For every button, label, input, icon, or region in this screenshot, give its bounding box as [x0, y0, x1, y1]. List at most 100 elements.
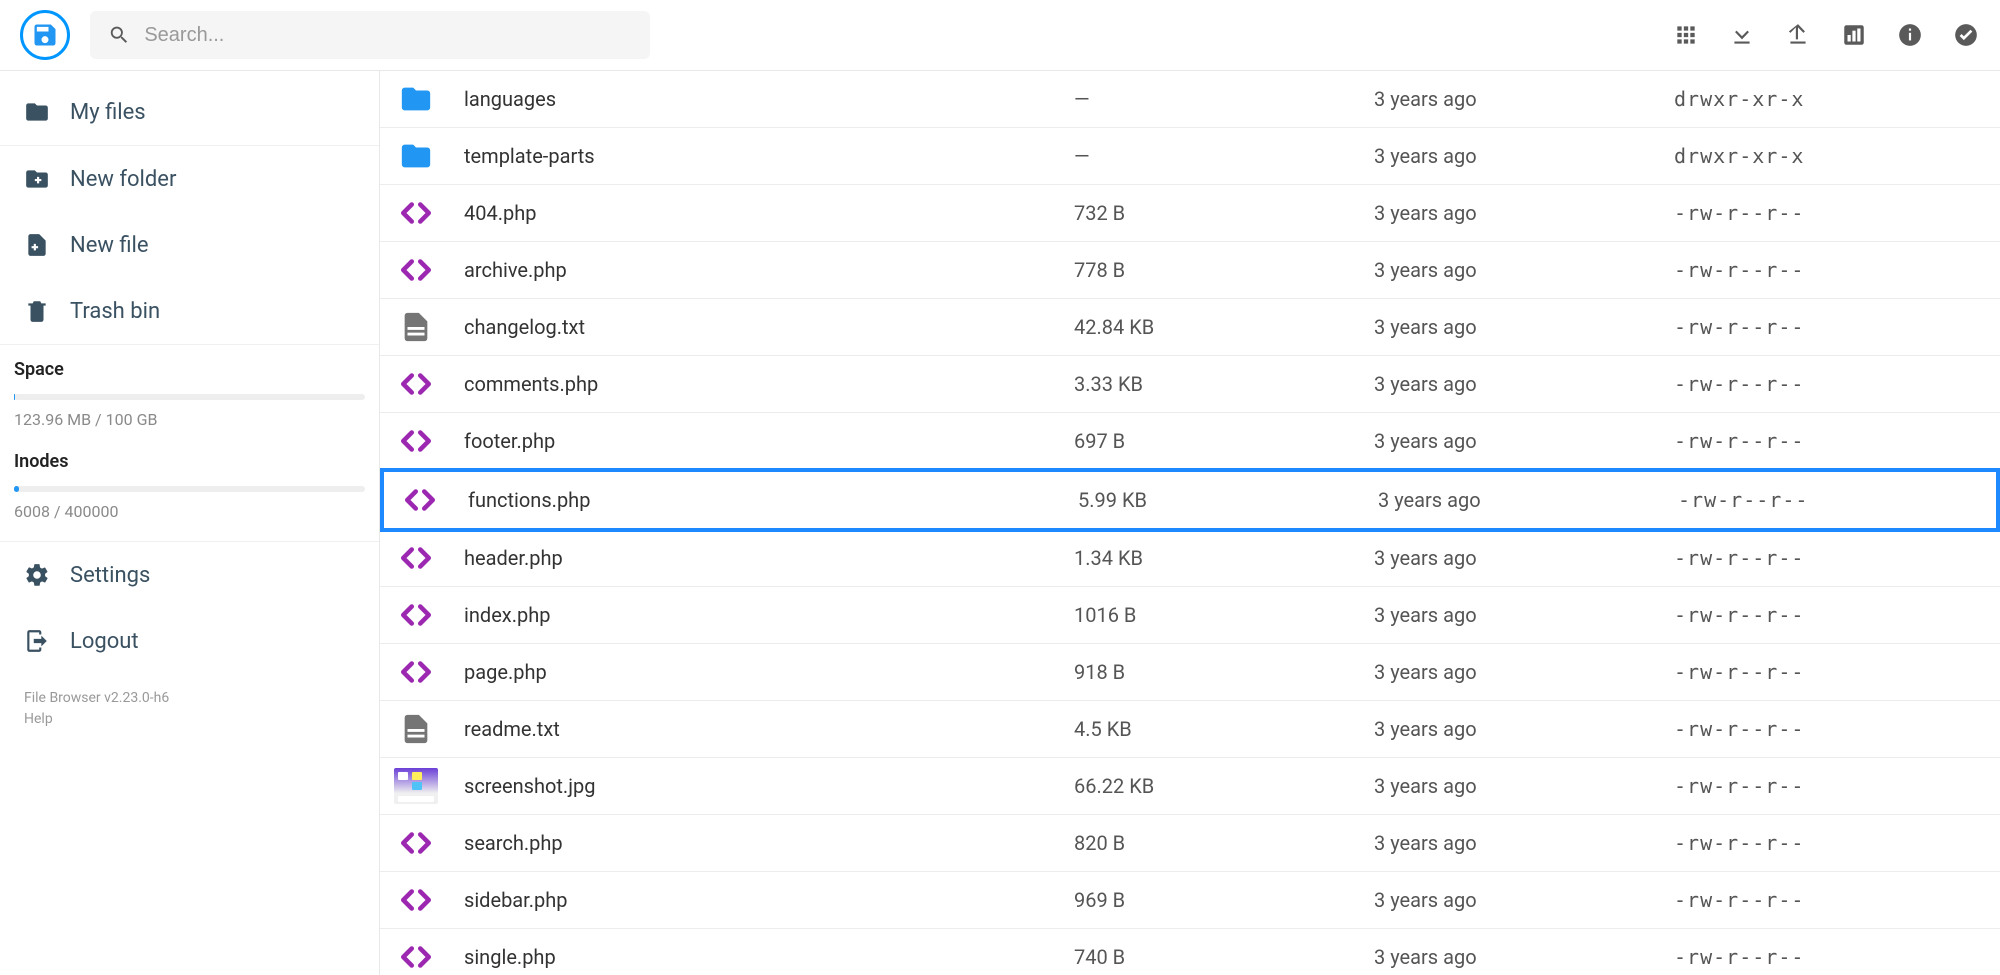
file-permissions: -rw-r--r--: [1674, 315, 1986, 339]
sidebar-item-label: Logout: [70, 629, 139, 654]
file-date: 3 years ago: [1374, 660, 1674, 684]
code-icon: [399, 367, 433, 401]
search-box[interactable]: [90, 11, 650, 59]
file-row[interactable]: changelog.txt42.84 KB3 years ago-rw-r--r…: [380, 299, 2000, 356]
file-name: index.php: [464, 603, 1074, 627]
sidebar-item-settings[interactable]: Settings: [0, 542, 379, 608]
select-all-button[interactable]: [1952, 21, 1980, 49]
sidebar-item-trash[interactable]: Trash bin: [0, 278, 379, 345]
file-name: template-parts: [464, 144, 1074, 168]
trash-icon: [24, 298, 50, 324]
code-icon: [403, 483, 437, 517]
code-icon: [399, 655, 433, 689]
code-icon: [399, 883, 433, 917]
code-icon: [399, 424, 433, 458]
file-row[interactable]: page.php918 B3 years ago-rw-r--r--: [380, 644, 2000, 701]
file-row[interactable]: languages—3 years agodrwxr-xr-x: [380, 71, 2000, 128]
sidebar-item-new-file[interactable]: New file: [0, 212, 379, 278]
file-name: screenshot.jpg: [464, 774, 1074, 798]
stats-button[interactable]: [1840, 21, 1868, 49]
file-row[interactable]: functions.php5.99 KB3 years ago-rw-r--r-…: [380, 468, 2000, 532]
file-icon-wrap: [394, 195, 438, 231]
file-icon-wrap: [394, 423, 438, 459]
sidebar-item-label: New folder: [70, 167, 176, 192]
file-icon-wrap: [394, 882, 438, 918]
sidebar-item-logout[interactable]: Logout: [0, 608, 379, 674]
file-size: 66.22 KB: [1074, 774, 1374, 798]
file-size: —: [1074, 87, 1374, 111]
gear-icon: [24, 562, 50, 588]
file-size: 3.33 KB: [1074, 372, 1374, 396]
sidebar-item-label: Settings: [70, 563, 150, 588]
file-permissions: -rw-r--r--: [1674, 546, 1986, 570]
file-date: 3 years ago: [1374, 315, 1674, 339]
file-row[interactable]: single.php740 B3 years ago-rw-r--r--: [380, 929, 2000, 975]
inodes-bar: [14, 486, 365, 492]
file-permissions: -rw-r--r--: [1674, 258, 1986, 282]
upload-icon: [1785, 22, 1811, 48]
doc-icon: [399, 712, 433, 746]
upload-button[interactable]: [1784, 21, 1812, 49]
inodes-title: Inodes: [14, 451, 365, 472]
sidebar-item-my-files[interactable]: My files: [0, 79, 379, 146]
file-permissions: -rw-r--r--: [1674, 201, 1986, 225]
file-date: 3 years ago: [1374, 201, 1674, 225]
file-row[interactable]: readme.txt4.5 KB3 years ago-rw-r--r--: [380, 701, 2000, 758]
doc-icon: [399, 310, 433, 344]
disk-icon: [31, 21, 59, 49]
file-row[interactable]: comments.php3.33 KB3 years ago-rw-r--r--: [380, 356, 2000, 413]
file-row[interactable]: 404.php732 B3 years ago-rw-r--r--: [380, 185, 2000, 242]
code-icon: [399, 541, 433, 575]
sidebar-item-new-folder[interactable]: New folder: [0, 146, 379, 212]
code-icon: [399, 826, 433, 860]
file-row[interactable]: sidebar.php969 B3 years ago-rw-r--r--: [380, 872, 2000, 929]
file-row[interactable]: header.php1.34 KB3 years ago-rw-r--r--: [380, 530, 2000, 587]
folder-icon: [399, 139, 433, 173]
file-row[interactable]: footer.php697 B3 years ago-rw-r--r--: [380, 413, 2000, 470]
grid-view-button[interactable]: [1672, 21, 1700, 49]
search-icon: [108, 23, 130, 47]
sidebar-footer: File Browser v2.23.0-h6 Help: [0, 674, 379, 754]
file-name: comments.php: [464, 372, 1074, 396]
inodes-usage: Inodes 6008 / 400000: [0, 437, 379, 542]
file-date: 3 years ago: [1374, 717, 1674, 741]
file-row[interactable]: screenshot.jpg66.22 KB3 years ago-rw-r--…: [380, 758, 2000, 815]
help-link[interactable]: Help: [24, 709, 355, 730]
sidebar-item-label: Trash bin: [70, 299, 160, 324]
file-size: 918 B: [1074, 660, 1374, 684]
code-icon: [399, 598, 433, 632]
file-permissions: -rw-r--r--: [1674, 774, 1986, 798]
file-row[interactable]: archive.php778 B3 years ago-rw-r--r--: [380, 242, 2000, 299]
file-size: 740 B: [1074, 945, 1374, 969]
topbar-actions: [1672, 21, 1980, 49]
file-row[interactable]: index.php1016 B3 years ago-rw-r--r--: [380, 587, 2000, 644]
file-size: 5.99 KB: [1078, 488, 1378, 512]
file-size: 969 B: [1074, 888, 1374, 912]
image-thumbnail-icon: [394, 768, 438, 804]
file-permissions: -rw-r--r--: [1674, 603, 1986, 627]
file-size: —: [1074, 144, 1374, 168]
file-row[interactable]: template-parts—3 years agodrwxr-xr-x: [380, 128, 2000, 185]
download-button[interactable]: [1728, 21, 1756, 49]
file-icon-wrap: [394, 939, 438, 975]
file-permissions: -rw-r--r--: [1678, 488, 1982, 512]
search-input[interactable]: [144, 24, 632, 47]
info-button[interactable]: [1896, 21, 1924, 49]
file-name: languages: [464, 87, 1074, 111]
file-permissions: -rw-r--r--: [1674, 831, 1986, 855]
topbar: [0, 0, 2000, 71]
app-logo[interactable]: [20, 10, 70, 60]
file-name: 404.php: [464, 201, 1074, 225]
chart-icon: [1841, 22, 1867, 48]
file-permissions: -rw-r--r--: [1674, 372, 1986, 396]
info-icon: [1897, 22, 1923, 48]
file-name: readme.txt: [464, 717, 1074, 741]
file-name: header.php: [464, 546, 1074, 570]
version-text: File Browser v2.23.0-h6: [24, 688, 355, 709]
code-icon: [399, 196, 433, 230]
file-size: 697 B: [1074, 429, 1374, 453]
file-date: 3 years ago: [1374, 603, 1674, 627]
file-permissions: -rw-r--r--: [1674, 717, 1986, 741]
file-row[interactable]: search.php820 B3 years ago-rw-r--r--: [380, 815, 2000, 872]
file-date: 3 years ago: [1374, 87, 1674, 111]
